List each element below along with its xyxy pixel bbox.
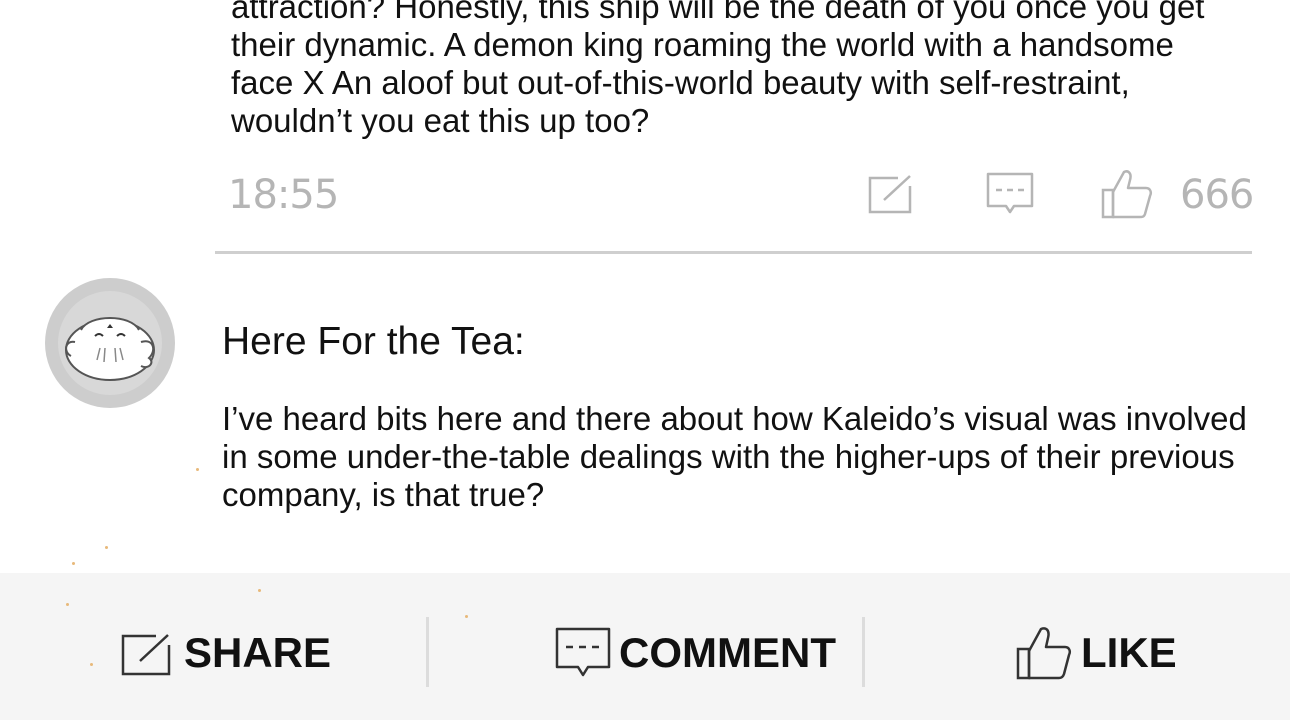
comment-icon[interactable] xyxy=(986,172,1034,216)
comment-timestamp: 18:55 xyxy=(228,172,339,218)
share-button[interactable]: SHARE xyxy=(120,625,331,681)
comment-author: Here For the Tea: xyxy=(222,320,525,363)
like-icon[interactable] xyxy=(1100,168,1154,220)
action-separator xyxy=(426,617,429,687)
comment-divider xyxy=(215,251,1252,254)
comment-icon xyxy=(555,627,611,677)
action-separator xyxy=(862,617,865,687)
decorative-speck xyxy=(258,589,261,592)
like-count: 666 xyxy=(1180,172,1254,218)
previous-comment-meta: 18:55 666 xyxy=(228,168,1254,220)
decorative-speck xyxy=(66,603,69,606)
share-label: SHARE xyxy=(184,629,332,676)
comment-button[interactable]: COMMENT xyxy=(555,625,836,681)
action-bar: SHARE COMMENT LIKE xyxy=(0,573,1290,720)
decorative-speck xyxy=(72,562,75,565)
decorative-speck xyxy=(105,546,108,549)
like-button[interactable]: LIKE xyxy=(1015,625,1177,681)
avatar[interactable] xyxy=(45,278,175,408)
decorative-speck xyxy=(90,663,93,666)
comment-text: I’ve heard bits here and there about how… xyxy=(222,400,1247,513)
like-label: LIKE xyxy=(1081,629,1177,676)
share-icon xyxy=(121,631,174,676)
seal-avatar-icon xyxy=(58,291,162,395)
share-icon[interactable] xyxy=(868,172,916,214)
like-icon xyxy=(1016,627,1072,680)
previous-comment-text: attraction? Honestly, this ship will be … xyxy=(231,0,1205,139)
comment-label: COMMENT xyxy=(619,629,836,676)
decorative-speck xyxy=(465,615,468,618)
decorative-speck xyxy=(196,468,199,471)
